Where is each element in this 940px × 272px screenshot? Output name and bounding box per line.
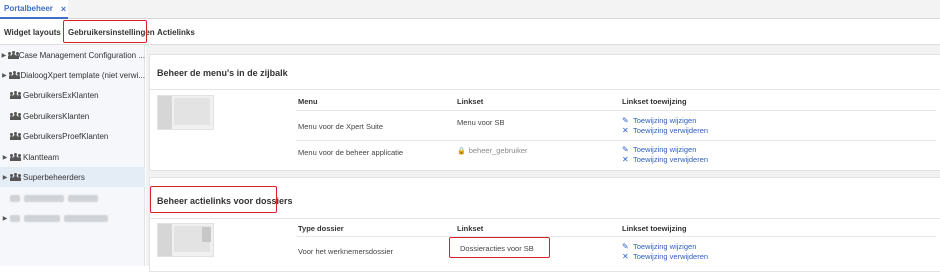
link-label: Toewijzing verwijderen bbox=[633, 126, 709, 135]
caret-right-icon[interactable]: ▶ bbox=[0, 215, 10, 222]
sidebar-item-label: DialoogXpert template (niet verwi... bbox=[20, 70, 146, 80]
sidebar-item-case-management[interactable]: ▶ Case Management Configuration ... bbox=[0, 45, 145, 65]
sidebar-item-gebruikersklanten[interactable]: GebruikersKlanten bbox=[0, 106, 145, 126]
tab-widget-layouts[interactable]: Widget layouts bbox=[4, 19, 61, 45]
remove-assignment-link[interactable]: ✕ Toewijzing verwijderen bbox=[622, 252, 708, 261]
menus-section-title: Beheer de menu's in de zijbalk bbox=[157, 68, 288, 78]
sidebar-item-label: Case Management Configuration ... bbox=[18, 50, 145, 60]
linkset-name: Menu voor SB bbox=[457, 118, 505, 127]
caret-right-icon[interactable]: ▶ bbox=[0, 154, 10, 161]
group-sidebar: ▶ Case Management Configuration ... ▶ Di… bbox=[0, 45, 145, 266]
users-group-icon bbox=[8, 71, 20, 79]
dossier-type: Voor het werknemersdossier bbox=[298, 247, 394, 256]
sidebar-item-label: GebruikersExKlanten bbox=[23, 90, 99, 100]
link-label: Toewijzing wijzigen bbox=[633, 145, 697, 154]
sidebar-item-label: GebruikersKlanten bbox=[23, 111, 90, 121]
menu-name: Menu voor de Xpert Suite bbox=[298, 122, 384, 131]
col-header-type: Type dossier bbox=[298, 224, 344, 233]
users-group-icon bbox=[7, 51, 19, 59]
redacted-label bbox=[68, 194, 98, 202]
change-assignment-link[interactable]: ✎ Toewijzing wijzigen bbox=[622, 116, 696, 125]
redacted-icon bbox=[10, 214, 20, 222]
caret-right-icon[interactable]: ▶ bbox=[0, 52, 8, 59]
remove-assignment-link[interactable]: ✕ Toewijzing verwijderen bbox=[622, 155, 708, 164]
sidebar-item-klantteam[interactable]: ▶ Klantteam bbox=[0, 147, 145, 167]
users-group-icon bbox=[10, 132, 21, 140]
row-divider bbox=[296, 110, 936, 111]
actions-preview-thumbnail bbox=[157, 223, 214, 257]
sidebar-item-redacted[interactable]: ▶ bbox=[0, 208, 145, 228]
menu-name: Menu voor de beheer applicatie bbox=[298, 148, 404, 157]
link-label: Toewijzing verwijderen bbox=[633, 252, 709, 261]
col-header-menu: Menu bbox=[298, 97, 318, 106]
sidebar-item-gebruikersexklanten[interactable]: GebruikersExKlanten bbox=[0, 85, 145, 105]
app-tab-bar: Portalbeheer × bbox=[0, 0, 940, 19]
menus-card: Beheer de menu's in de zijbalk Menu Link… bbox=[149, 54, 940, 171]
sidebar-item-dialoogxpert[interactable]: ▶ DialoogXpert template (niet verwi... bbox=[0, 65, 145, 85]
sidebar-item-gebruikersproefklanten[interactable]: GebruikersProefKlanten bbox=[0, 126, 145, 146]
redacted-icon bbox=[10, 194, 20, 202]
link-label: Toewijzing wijzigen bbox=[633, 116, 697, 125]
sidebar-item-label: Superbeheerders bbox=[23, 172, 85, 182]
main-content: Beheer de menu's in de zijbalk Menu Link… bbox=[146, 45, 940, 272]
close-icon: ✕ bbox=[622, 126, 629, 135]
row-divider bbox=[296, 140, 936, 141]
highlight-box-linkset bbox=[449, 237, 550, 258]
change-assignment-link[interactable]: ✎ Toewijzing wijzigen bbox=[622, 145, 696, 154]
caret-right-icon[interactable]: ▶ bbox=[0, 72, 9, 79]
linkset-name-locked: 🔒 beheer_gebruiker bbox=[457, 146, 528, 155]
users-group-icon bbox=[10, 173, 21, 181]
link-label: Toewijzing verwijderen bbox=[633, 155, 709, 164]
redacted-label bbox=[24, 214, 60, 222]
divider bbox=[150, 89, 940, 90]
users-group-icon bbox=[10, 91, 21, 99]
sidebar-item-label: GebruikersProefKlanten bbox=[23, 131, 109, 141]
redacted-label bbox=[24, 194, 64, 202]
caret-right-icon[interactable]: ▶ bbox=[0, 174, 10, 181]
change-assignment-link[interactable]: ✎ Toewijzing wijzigen bbox=[622, 242, 696, 251]
close-icon: ✕ bbox=[622, 155, 629, 164]
users-group-icon bbox=[10, 112, 21, 120]
users-group-icon bbox=[10, 153, 21, 161]
redacted-label bbox=[64, 214, 108, 222]
app-tab-portalbeheer[interactable]: Portalbeheer × bbox=[0, 0, 68, 19]
divider bbox=[150, 218, 940, 219]
row-divider bbox=[296, 236, 936, 237]
edit-icon: ✎ bbox=[622, 145, 629, 154]
app-tab-label: Portalbeheer bbox=[4, 4, 53, 13]
close-icon: ✕ bbox=[622, 252, 629, 261]
col-header-assignment: Linkset toewijzing bbox=[622, 224, 687, 233]
col-header-linkset: Linkset bbox=[457, 224, 484, 233]
sidebar-item-redacted[interactable] bbox=[0, 188, 145, 208]
linkset-label: beheer_gebruiker bbox=[468, 146, 528, 155]
lock-icon: 🔒 bbox=[457, 148, 466, 155]
edit-icon: ✎ bbox=[622, 242, 629, 251]
col-header-linkset: Linkset bbox=[457, 97, 484, 106]
link-label: Toewijzing wijzigen bbox=[633, 242, 697, 251]
edit-icon: ✎ bbox=[622, 116, 629, 125]
col-header-assignment: Linkset toewijzing bbox=[622, 97, 687, 106]
close-icon[interactable]: × bbox=[61, 4, 66, 14]
highlight-box-section-title bbox=[150, 186, 277, 213]
sidebar-item-label: Klantteam bbox=[23, 152, 60, 162]
sidebar-item-superbeheerders[interactable]: ▶ Superbeheerders bbox=[0, 167, 145, 187]
menu-preview-thumbnail bbox=[157, 95, 214, 130]
remove-assignment-link[interactable]: ✕ Toewijzing verwijderen bbox=[622, 126, 708, 135]
tab-actielinks[interactable]: Actielinks bbox=[157, 19, 195, 45]
highlight-box-tab bbox=[63, 20, 147, 43]
